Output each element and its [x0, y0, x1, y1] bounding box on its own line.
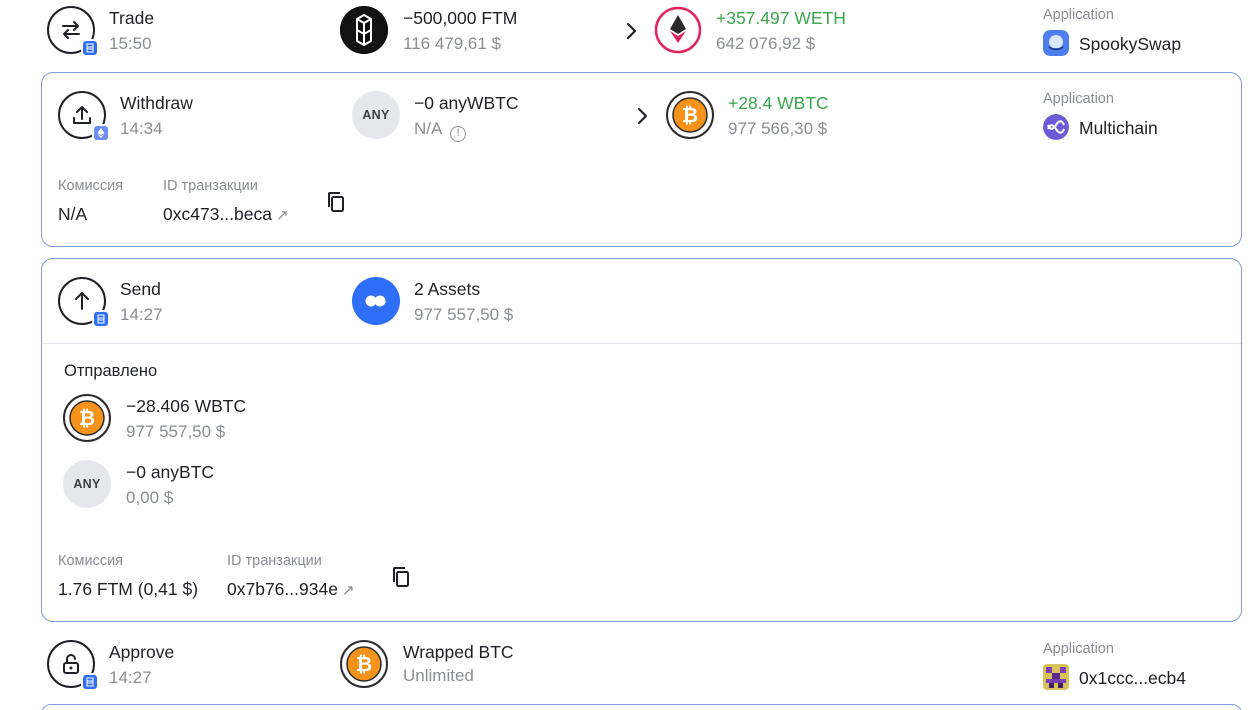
tx-id-text[interactable]: 0xc473...beca: [163, 204, 272, 224]
tx-time: 14:34: [120, 119, 163, 138]
swap-icon: [47, 6, 99, 57]
send-icon: [58, 277, 110, 328]
from-value: 116 479,61 $: [403, 34, 501, 53]
tx-id-link[interactable]: 0xc473...beca ↗: [163, 204, 289, 225]
approve-lock-icon: [47, 640, 99, 691]
application-label: Application: [1043, 641, 1114, 657]
ethereum-chain-badge-icon: [92, 124, 110, 142]
to-amount: +357.497 WETH: [716, 8, 846, 28]
assets-value: 977 557,50 $: [414, 305, 514, 324]
external-link-icon[interactable]: ↗: [276, 207, 289, 224]
fantom-chain-badge-icon: [81, 39, 99, 57]
tx-type: Approve: [109, 642, 175, 662]
to-amount: +28.4 WBTC: [728, 93, 829, 113]
weth-token-icon: [654, 6, 702, 54]
sent-item-amount: −28.406 WBTC: [126, 396, 247, 416]
sent-item-amount: −0 anyBTC: [126, 462, 215, 482]
multichain-app-icon: [1043, 114, 1069, 140]
any-token-icon: ANY: [352, 91, 400, 139]
tx-time: 15:50: [109, 34, 152, 53]
svg-text:₿: ₿: [682, 103, 698, 127]
trade-row[interactable]: Trade 15:50 −500,000 FTM 116 479,61 $ +3…: [0, 0, 1260, 70]
approve-row[interactable]: Approve 14:27 ₿ Wrapped BTC Unlimited Ap…: [0, 632, 1260, 702]
wbtc-token-icon: ₿: [63, 394, 111, 442]
commission-value: N/A: [58, 204, 88, 224]
fantom-token-icon: [340, 6, 388, 54]
from-value-text: N/A: [414, 119, 442, 138]
tx-id-label: ID транзакции: [227, 553, 322, 569]
commission-label: Комиссия: [58, 178, 124, 194]
fantom-chain-badge-icon: [81, 673, 99, 691]
wbtc-token-icon: ₿: [666, 91, 714, 139]
next-card-partial[interactable]: [41, 704, 1242, 710]
app-name[interactable]: Multichain: [1079, 118, 1158, 139]
tx-id-text[interactable]: 0x7b76...934e: [227, 579, 338, 599]
send-card[interactable]: Send 14:27 2 Assets 977 557,50 $ Отправл…: [41, 258, 1242, 622]
spookyswap-app-icon: [1043, 30, 1069, 56]
tx-id-link[interactable]: 0x7b76...934e ↗: [227, 579, 355, 600]
sent-item-value: 0,00 $: [126, 488, 174, 507]
external-link-icon[interactable]: ↗: [342, 582, 355, 599]
to-value: 642 076,92 $: [716, 34, 816, 53]
to-value: 977 566,30 $: [728, 119, 828, 138]
tx-type: Send: [120, 279, 161, 299]
multi-assets-icon: [352, 277, 400, 325]
tx-time: 14:27: [120, 305, 163, 324]
app-name[interactable]: SpookySwap: [1079, 34, 1181, 55]
from-value: N/A !: [414, 119, 467, 142]
token-name: Wrapped BTC: [403, 642, 514, 662]
copy-icon[interactable]: [391, 565, 413, 589]
sent-heading: Отправлено: [64, 362, 158, 380]
tx-type: Trade: [109, 8, 155, 28]
contract-avatar-icon: [1043, 664, 1069, 690]
commission-value: 1.76 FTM (0,41 $): [58, 579, 199, 599]
withdraw-card[interactable]: Withdraw 14:34 ANY −0 anyWBTC N/A ! ₿ +2…: [41, 72, 1242, 247]
allowance: Unlimited: [403, 666, 474, 685]
copy-icon[interactable]: [326, 190, 348, 214]
tx-time: 14:27: [109, 668, 152, 687]
sent-item-value: 977 557,50 $: [126, 422, 226, 441]
fantom-chain-badge-icon: [92, 310, 110, 328]
from-amount: −500,000 FTM: [403, 8, 518, 28]
tx-type: Withdraw: [120, 93, 193, 113]
from-amount: −0 anyWBTC: [414, 93, 519, 113]
application-label: Application: [1043, 7, 1114, 23]
commission-label: Комиссия: [58, 553, 124, 569]
withdraw-icon: [58, 91, 110, 142]
tx-id-label: ID транзакции: [163, 178, 258, 194]
wbtc-token-icon: ₿: [340, 640, 388, 688]
svg-text:₿: ₿: [356, 652, 372, 676]
app-name[interactable]: 0x1ccc...ecb4: [1079, 668, 1186, 689]
chevron-right-icon: [636, 105, 650, 127]
info-icon[interactable]: !: [450, 126, 467, 142]
assets-title: 2 Assets: [414, 279, 481, 299]
application-label: Application: [1043, 91, 1114, 107]
divider: [42, 343, 1241, 344]
chevron-right-icon: [625, 20, 639, 42]
svg-text:₿: ₿: [79, 406, 95, 430]
any-token-icon: ANY: [63, 460, 111, 508]
